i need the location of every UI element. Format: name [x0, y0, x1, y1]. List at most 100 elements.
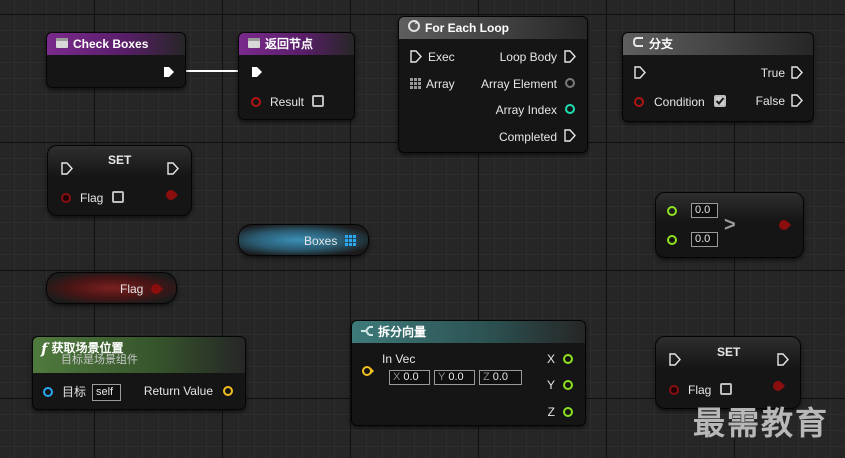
- branch-icon: [631, 34, 645, 56]
- array-icon[interactable]: [410, 78, 421, 92]
- check-boxes-node[interactable]: Check Boxes: [46, 32, 186, 88]
- target-value[interactable]: self: [92, 384, 121, 401]
- loop-body-label: Loop Body: [499, 50, 557, 64]
- greater-b-input[interactable]: 0.0: [691, 232, 718, 247]
- break-vector-title: 拆分向量: [378, 325, 427, 339]
- false-label: False: [755, 94, 785, 108]
- target-pin[interactable]: [42, 386, 54, 401]
- set-flag-2-label: Flag: [688, 383, 712, 397]
- function-icon: f: [41, 339, 48, 358]
- for-each-loop-header: For Each Loop: [399, 17, 587, 39]
- loop-body-pin[interactable]: [564, 50, 576, 66]
- break-vector-node[interactable]: 拆分向量 In Vec X 0.0 Y 0.0 Z 0.0 X Y Z: [351, 320, 586, 426]
- out-y-label: Y: [546, 378, 555, 392]
- get-location-node[interactable]: f 获取场景位置 目标是场景组件 目标 self Return Value: [32, 336, 246, 410]
- condition-label: Condition: [654, 95, 705, 109]
- set-flag-2-in-pin[interactable]: [668, 384, 680, 399]
- true-pin[interactable]: [791, 66, 803, 82]
- in-vec-y[interactable]: Y 0.0: [434, 370, 475, 385]
- branch-node[interactable]: 分支 Condition True False: [622, 32, 814, 122]
- completed-label: Completed: [498, 130, 557, 144]
- set-flag-2-checkbox[interactable]: [720, 383, 732, 395]
- out-z-label: Z: [547, 405, 555, 419]
- y-value: 0.0: [448, 371, 464, 383]
- x-value: 0.0: [403, 371, 419, 383]
- return-node[interactable]: 返回节点 Result: [238, 32, 355, 120]
- set-flag-2-title: SET: [717, 345, 741, 359]
- check-boxes-header: Check Boxes: [47, 33, 185, 55]
- condition-checkbox[interactable]: [714, 95, 726, 107]
- exec-label: Exec: [428, 50, 455, 64]
- return-node-header: 返回节点: [239, 33, 354, 55]
- loop-icon: [407, 18, 421, 40]
- flag-variable-node[interactable]: Flag: [46, 272, 177, 304]
- out-y-pin[interactable]: [562, 379, 574, 394]
- function-entry-icon: [55, 34, 69, 56]
- array-element-pin[interactable]: [564, 77, 576, 92]
- out-x-pin[interactable]: [562, 353, 574, 368]
- set-flag-2-exec-out-pin[interactable]: [777, 353, 789, 369]
- greater-a-input[interactable]: 0.0: [691, 203, 718, 218]
- get-location-header: f 获取场景位置 目标是场景组件: [33, 337, 245, 373]
- x-axis-label: X: [393, 371, 401, 383]
- set-flag-2-out-pin[interactable]: [772, 380, 786, 395]
- in-vec-pin[interactable]: [361, 365, 375, 380]
- set-flag-1-checkbox[interactable]: [112, 191, 124, 203]
- in-vec-label: In Vec: [382, 352, 416, 366]
- return-value-pin[interactable]: [222, 385, 234, 400]
- greater-out-pin[interactable]: [778, 219, 792, 234]
- greater-a-pin[interactable]: [666, 205, 678, 220]
- boxes-variable-node[interactable]: Boxes: [238, 224, 369, 256]
- array-index-pin[interactable]: [564, 103, 576, 118]
- loop-exec-in-pin[interactable]: [410, 50, 422, 66]
- out-z-pin[interactable]: [562, 406, 574, 421]
- return-exec-in-pin[interactable]: [251, 66, 263, 81]
- branch-header: 分支: [623, 33, 813, 55]
- set-flag-node-1[interactable]: SET Flag: [47, 145, 192, 216]
- false-pin[interactable]: [791, 94, 803, 110]
- completed-pin[interactable]: [564, 129, 576, 145]
- set-flag-1-exec-out-pin[interactable]: [167, 162, 179, 178]
- array-element-label: Array Element: [480, 77, 557, 91]
- in-vec-z[interactable]: Z 0.0: [479, 370, 522, 385]
- set-flag-1-label: Flag: [80, 191, 104, 205]
- break-vector-header: 拆分向量: [352, 321, 585, 343]
- boxes-array-pin[interactable]: [345, 235, 356, 249]
- flag-var-label: Flag: [120, 282, 144, 296]
- set-flag-2-exec-in-pin[interactable]: [669, 353, 681, 369]
- branch-title: 分支: [649, 37, 674, 51]
- condition-pin[interactable]: [633, 96, 645, 111]
- check-boxes-exec-out-pin[interactable]: [163, 66, 175, 81]
- boxes-label: Boxes: [304, 234, 338, 248]
- break-vector-icon: [360, 322, 374, 344]
- out-x-label: X: [546, 352, 555, 366]
- set-flag-1-exec-in-pin[interactable]: [61, 162, 73, 178]
- set-flag-1-in-pin[interactable]: [60, 192, 72, 207]
- get-location-subtitle: 目标是场景组件: [61, 354, 138, 366]
- return-node-title: 返回节点: [265, 37, 314, 51]
- result-label: Result: [270, 95, 305, 109]
- y-axis-label: Y: [438, 371, 446, 383]
- branch-exec-in-pin[interactable]: [634, 66, 646, 82]
- target-label: 目标: [62, 385, 87, 399]
- set-flag-1-out-pin[interactable]: [165, 189, 179, 204]
- greater-b-pin[interactable]: [666, 234, 678, 249]
- watermark-text: 最需教育: [693, 404, 830, 442]
- greater-than-node[interactable]: 0.0 0.0 >: [655, 192, 804, 258]
- check-boxes-title: Check Boxes: [73, 37, 149, 51]
- for-each-loop-title: For Each Loop: [425, 21, 509, 35]
- set-flag-1-title: SET: [108, 153, 132, 167]
- for-each-loop-node[interactable]: For Each Loop Exec Array Loop Body Array…: [398, 16, 588, 153]
- in-vec-x[interactable]: X 0.0: [389, 370, 430, 385]
- array-index-label: Array Index: [495, 103, 557, 117]
- array-label: Array: [426, 77, 455, 91]
- function-return-icon: [247, 34, 261, 56]
- z-value: 0.0: [492, 371, 509, 383]
- result-checkbox[interactable]: [312, 95, 324, 107]
- greater-operator: >: [724, 214, 736, 236]
- return-value-label: Return Value: [143, 384, 213, 398]
- flag-var-out-pin[interactable]: [150, 283, 164, 298]
- result-pin[interactable]: [250, 96, 262, 111]
- z-axis-label: Z: [483, 371, 490, 383]
- true-label: True: [760, 66, 785, 80]
